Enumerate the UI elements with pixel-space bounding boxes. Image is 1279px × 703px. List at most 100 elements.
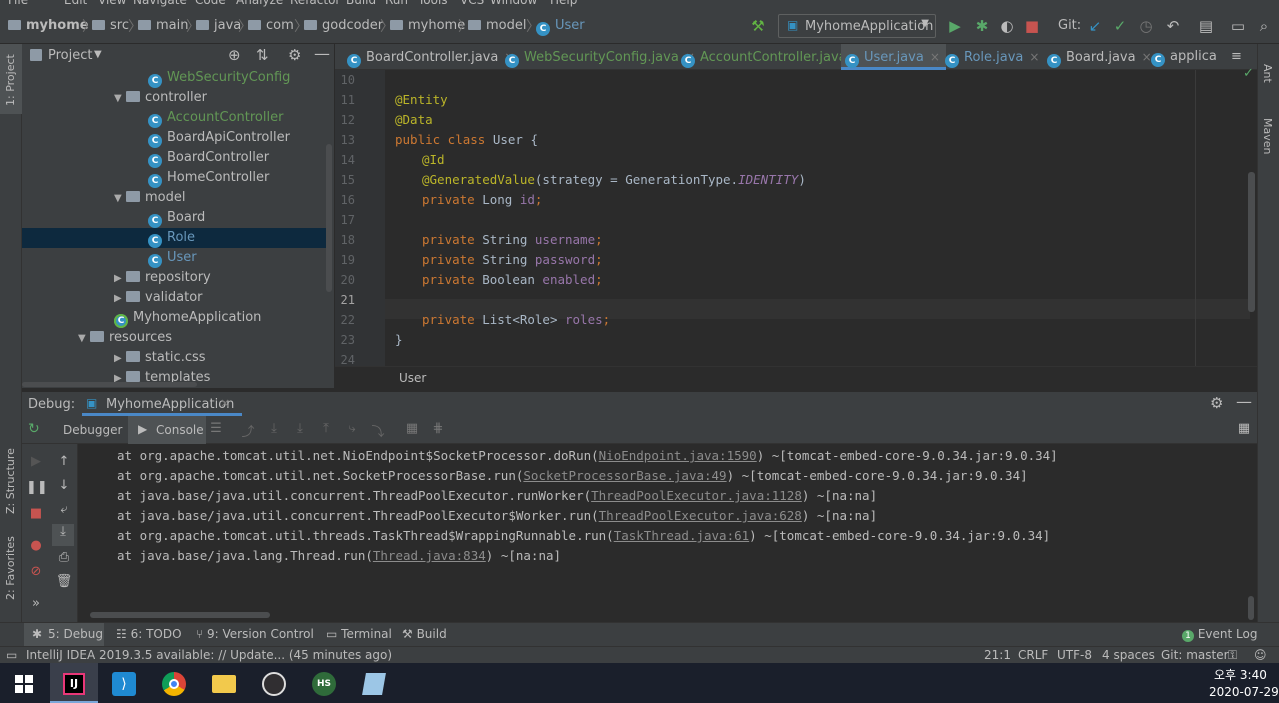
gear-icon[interactable]: ⚙ xyxy=(1210,394,1223,412)
stack-trace-link[interactable]: Thread.java:834 xyxy=(373,548,486,563)
console-vscrollbar[interactable] xyxy=(1248,596,1254,620)
evaluate-icon[interactable]: ▦ xyxy=(402,421,422,436)
line-separator[interactable]: CRLF xyxy=(1018,648,1048,662)
editor-tab-websecurityconfig-java[interactable]: CWebSecurityConfig.java× xyxy=(501,44,701,70)
step-out-icon[interactable]: ⤒ xyxy=(316,421,336,436)
tree-item-repository[interactable]: ▶ repository xyxy=(22,268,328,288)
chevron-right-icon[interactable]: ▶ xyxy=(114,349,126,369)
drop-frame-icon[interactable]: ⤷ xyxy=(342,421,362,436)
breadcrumb-java[interactable]: java xyxy=(196,18,241,33)
mute-breakpoints-icon[interactable]: ⊘ xyxy=(26,564,46,579)
tool-todo[interactable]: ☷ 6: TODO xyxy=(116,627,182,641)
tree-item-model[interactable]: ▼ model xyxy=(22,188,328,208)
git-branch[interactable]: Git: master xyxy=(1161,648,1229,662)
view-breakpoints-icon[interactable]: ● xyxy=(26,538,46,553)
editor-tab-user-java[interactable]: C User.java × xyxy=(841,44,946,70)
inspection-ok-icon[interactable]: ✓ xyxy=(1243,66,1254,81)
git-commit-icon[interactable]: ✓ xyxy=(1110,17,1130,35)
taskbar-time[interactable]: 오후 3:40 xyxy=(1214,666,1267,683)
ant-tool-tab[interactable]: Ant xyxy=(1261,64,1274,83)
tree-item-role[interactable]: C Role xyxy=(22,228,328,248)
arrow-down-icon[interactable]: ↓ xyxy=(54,478,74,493)
menu-item-help[interactable]: Help xyxy=(550,0,577,7)
console-hscrollbar[interactable] xyxy=(90,612,270,618)
chevron-down-icon[interactable]: ▼ xyxy=(78,329,90,349)
search-icon[interactable]: ⌕ xyxy=(1254,17,1274,35)
coverage-icon[interactable]: ◐ xyxy=(997,17,1017,35)
chevron-down-icon[interactable]: ▼ xyxy=(94,49,102,60)
taskbar-explorer[interactable] xyxy=(200,663,248,703)
tree-item-static-css[interactable]: ▶ static.css xyxy=(22,348,328,368)
lock-icon[interactable]: ⚿ xyxy=(1228,648,1237,663)
structure-tool-tab[interactable]: Z: Structure xyxy=(4,448,17,514)
taskbar-intellij[interactable]: IJ xyxy=(50,663,98,703)
trash-icon[interactable]: 🗑 xyxy=(54,574,74,589)
stack-trace-link[interactable]: ThreadPoolExecutor.java:1128 xyxy=(591,488,802,503)
print-icon[interactable]: ⎙ xyxy=(54,550,74,565)
git-update-icon[interactable]: ↙ xyxy=(1085,17,1105,35)
run-config-select[interactable]: ▣ MyhomeApplication ▼ xyxy=(778,14,936,38)
tree-item-user[interactable]: C User xyxy=(22,248,328,268)
taskbar-date[interactable]: 2020-07-29 xyxy=(1209,685,1279,699)
breadcrumb-project[interactable]: myhome xyxy=(8,18,89,33)
tool-build[interactable]: ⚒ Build xyxy=(402,627,447,641)
close-icon[interactable]: × xyxy=(930,50,940,64)
run-icon[interactable]: ▶ xyxy=(945,17,965,35)
tree-item-resources[interactable]: ▼ resources xyxy=(22,328,328,348)
tool-debug[interactable]: ✱ 5: Debug xyxy=(24,623,104,647)
menu-item-code[interactable]: Code xyxy=(195,0,226,7)
tree-item-boardcontroller[interactable]: C BoardController xyxy=(22,148,328,168)
breadcrumb-main[interactable]: main xyxy=(138,18,188,33)
indent-setting[interactable]: 4 spaces xyxy=(1102,648,1155,662)
rollback-icon[interactable]: ↶ xyxy=(1163,17,1183,35)
stop-icon[interactable]: ■ xyxy=(26,506,46,521)
menu-item-file[interactable]: File xyxy=(8,0,28,7)
status-toggle-icon[interactable]: ▭ xyxy=(6,648,17,662)
tree-item-board[interactable]: C Board xyxy=(22,208,328,228)
breadcrumb-src[interactable]: src xyxy=(92,18,129,33)
tree-item-websecurityconfig[interactable]: C WebSecurityConfig xyxy=(22,68,328,88)
menu-item-build[interactable]: Build xyxy=(346,0,376,7)
code-area[interactable]: @Entity @Data public class User { @Id @G… xyxy=(385,70,1255,366)
gear-icon[interactable]: ⚙ xyxy=(288,46,301,64)
rerun-icon[interactable]: ↻ xyxy=(28,421,40,437)
tab-debugger[interactable]: Debugger xyxy=(63,423,122,437)
breadcrumb-com[interactable]: com xyxy=(248,18,294,33)
tool-version-control[interactable]: ⑂ 9: Version Control xyxy=(196,627,314,641)
breadcrumb-user[interactable]: C User xyxy=(536,18,585,36)
taskbar-notes[interactable] xyxy=(350,663,398,703)
debug-bug-icon[interactable]: ✱ xyxy=(972,17,992,35)
soft-wrap-icon[interactable]: ⤶ xyxy=(54,502,74,517)
stack-trace-link[interactable]: ThreadPoolExecutor.java:628 xyxy=(599,508,802,523)
close-icon[interactable]: × xyxy=(1029,50,1039,64)
taskbar-vscode[interactable]: ⟩ xyxy=(100,663,148,703)
editor-tab-accountcontroller-java[interactable]: CAccountController.java× xyxy=(677,44,869,70)
chevron-down-icon[interactable]: ▼ xyxy=(114,89,126,109)
console-output[interactable]: at org.apache.tomcat.util.net.NioEndpoin… xyxy=(78,444,1248,614)
chevron-right-icon[interactable]: ▶ xyxy=(114,289,126,309)
memory-icon[interactable]: ☺ xyxy=(1254,648,1267,662)
taskbar-chrome[interactable] xyxy=(150,663,198,703)
tabs-overflow-icon[interactable]: ≡ xyxy=(1231,44,1242,70)
menu-lines-icon[interactable]: ☰ xyxy=(206,421,226,436)
tree-item-homecontroller[interactable]: C HomeController xyxy=(22,168,328,188)
editor-tab-boardcontroller-java[interactable]: CBoardController.java× xyxy=(343,44,520,70)
run-to-cursor-icon[interactable]: ⤵ xyxy=(368,421,388,440)
pause-icon[interactable]: ❚❚ xyxy=(26,480,48,495)
tree-item-myhomeapplication[interactable]: C MyhomeApplication xyxy=(22,308,328,328)
project-structure-icon[interactable]: ▤ xyxy=(1196,17,1216,35)
project-tool-tab[interactable]: 1: Project xyxy=(0,44,22,114)
more-icon[interactable]: » xyxy=(26,596,46,611)
menu-item-window[interactable]: Window xyxy=(490,0,537,7)
resume-icon[interactable]: ▶ xyxy=(26,454,46,469)
tree-item-boardapicontroller[interactable]: C BoardApiController xyxy=(22,128,328,148)
tree-item-validator[interactable]: ▶ validator xyxy=(22,288,328,308)
menu-item-vcs[interactable]: VCS xyxy=(460,0,484,7)
menu-item-analyze[interactable]: Analyze xyxy=(236,0,283,7)
menu-item-navigate[interactable]: Navigate xyxy=(133,0,187,7)
tool-terminal[interactable]: ▭ Terminal xyxy=(326,627,392,641)
collapse-all-icon[interactable]: ⇅ xyxy=(256,46,269,64)
maven-tool-tab[interactable]: Maven xyxy=(1261,118,1274,154)
trace-icon[interactable]: ⋕ xyxy=(428,421,448,436)
presentation-icon[interactable]: ▭ xyxy=(1228,17,1248,35)
